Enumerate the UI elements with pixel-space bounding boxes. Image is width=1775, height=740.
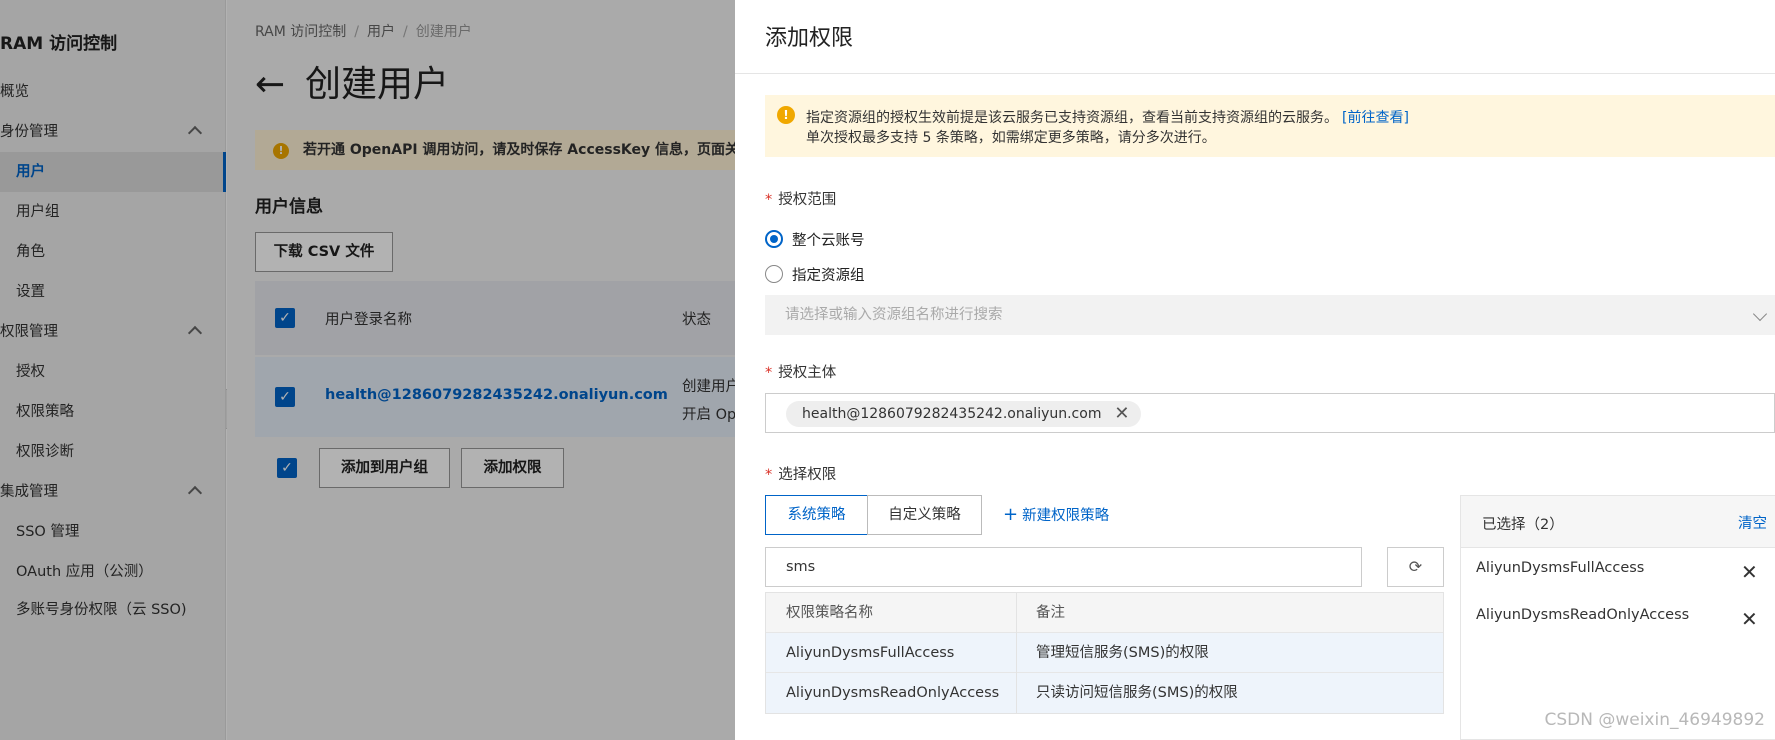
notice-text-2: 单次授权最多支持 5 条策略，如需绑定更多策略，请分多次进行。: [806, 130, 1216, 146]
principal-tag: health@1286079282435242.onaliyun.com ✕: [786, 401, 1142, 427]
add-permission-drawer: 添加权限 ! 指定资源组的授权生效前提是该云服务已支持资源组，查看当前支持资源组…: [735, 0, 1775, 740]
selected-policy-item: AliyunDysmsFullAccess: [1476, 560, 1645, 576]
column-header-policy-name: 权限策略名称: [786, 605, 873, 621]
policy-note: 管理短信服务(SMS)的权限: [1036, 645, 1209, 661]
table-row[interactable]: AliyunDysmsReadOnlyAccess 只读访问短信服务(SMS)的…: [766, 673, 1443, 713]
close-icon[interactable]: ✕: [1741, 609, 1758, 629]
resource-group-select[interactable]: 请选择或输入资源组名称进行搜索: [765, 295, 1775, 335]
principal-tag-text: health@1286079282435242.onaliyun.com: [802, 406, 1102, 422]
chevron-down-icon: [1752, 306, 1768, 322]
close-icon[interactable]: ✕: [1741, 562, 1758, 582]
drawer-title: 添加权限: [765, 26, 854, 51]
new-policy-label: 新建权限策略: [1022, 508, 1110, 524]
column-header-note: 备注: [1036, 605, 1065, 621]
selected-count-title: 已选择（2）: [1482, 517, 1564, 533]
close-icon[interactable]: ✕: [1114, 401, 1129, 427]
policy-name: AliyunDysmsFullAccess: [786, 645, 955, 661]
permissions-label-text: 选择权限: [778, 467, 837, 483]
scope-label-text: 授权范围: [778, 192, 837, 208]
table-row[interactable]: AliyunDysmsFullAccess 管理短信服务(SMS)的权限: [766, 633, 1443, 673]
tab-system-policy[interactable]: 系统策略: [765, 495, 868, 535]
policy-table: 权限策略名称 备注 AliyunDysmsFullAccess 管理短信服务(S…: [765, 592, 1444, 714]
scope-label: * 授权范围: [765, 192, 837, 208]
plus-icon: +: [1003, 504, 1019, 525]
policy-note: 只读访问短信服务(SMS)的权限: [1036, 685, 1238, 701]
notice-line-1: 指定资源组的授权生效前提是该云服务已支持资源组，查看当前支持资源组的云服务。 [前…: [806, 107, 1409, 127]
notice-text-1: 指定资源组的授权生效前提是该云服务已支持资源组，查看当前支持资源组的云服务。: [806, 110, 1338, 126]
scope-option-resource-group[interactable]: 指定资源组: [792, 264, 865, 285]
clear-selection-link[interactable]: 清空: [1738, 512, 1767, 533]
refresh-icon: ⟳: [1408, 557, 1423, 576]
policy-name: AliyunDysmsReadOnlyAccess: [786, 685, 1000, 701]
watermark: CSDN @weixin_46949892: [1544, 710, 1765, 730]
new-policy-link[interactable]: + 新建权限策略: [1003, 504, 1109, 525]
selected-policy-item: AliyunDysmsReadOnlyAccess: [1476, 607, 1690, 623]
scope-option-account[interactable]: 整个云账号: [792, 229, 865, 250]
warning-icon: !: [777, 106, 795, 124]
selected-policies-panel: 已选择（2） 清空 AliyunDysmsFullAccess ✕ Aliyun…: [1460, 495, 1775, 740]
refresh-button[interactable]: ⟳: [1387, 547, 1444, 587]
principal-label-text: 授权主体: [778, 365, 837, 381]
selected-panel-header: 已选择（2） 清空: [1461, 496, 1775, 548]
tab-custom-policy[interactable]: 自定义策略: [867, 495, 982, 535]
policy-search-input[interactable]: [765, 547, 1362, 587]
drawer-header: 添加权限: [735, 0, 1775, 74]
principal-label: * 授权主体: [765, 365, 837, 381]
principal-input[interactable]: health@1286079282435242.onaliyun.com ✕: [765, 393, 1775, 433]
resource-group-placeholder: 请选择或输入资源组名称进行搜索: [785, 307, 1003, 323]
policy-table-header: 权限策略名称 备注: [766, 593, 1443, 633]
view-supported-link[interactable]: [前往查看]: [1342, 110, 1409, 126]
scope-radio-account[interactable]: [765, 230, 783, 248]
permissions-label: * 选择权限: [765, 467, 837, 483]
notice-banner: ! 指定资源组的授权生效前提是该云服务已支持资源组，查看当前支持资源组的云服务。…: [765, 95, 1775, 157]
scope-radio-resource-group[interactable]: [765, 265, 783, 283]
